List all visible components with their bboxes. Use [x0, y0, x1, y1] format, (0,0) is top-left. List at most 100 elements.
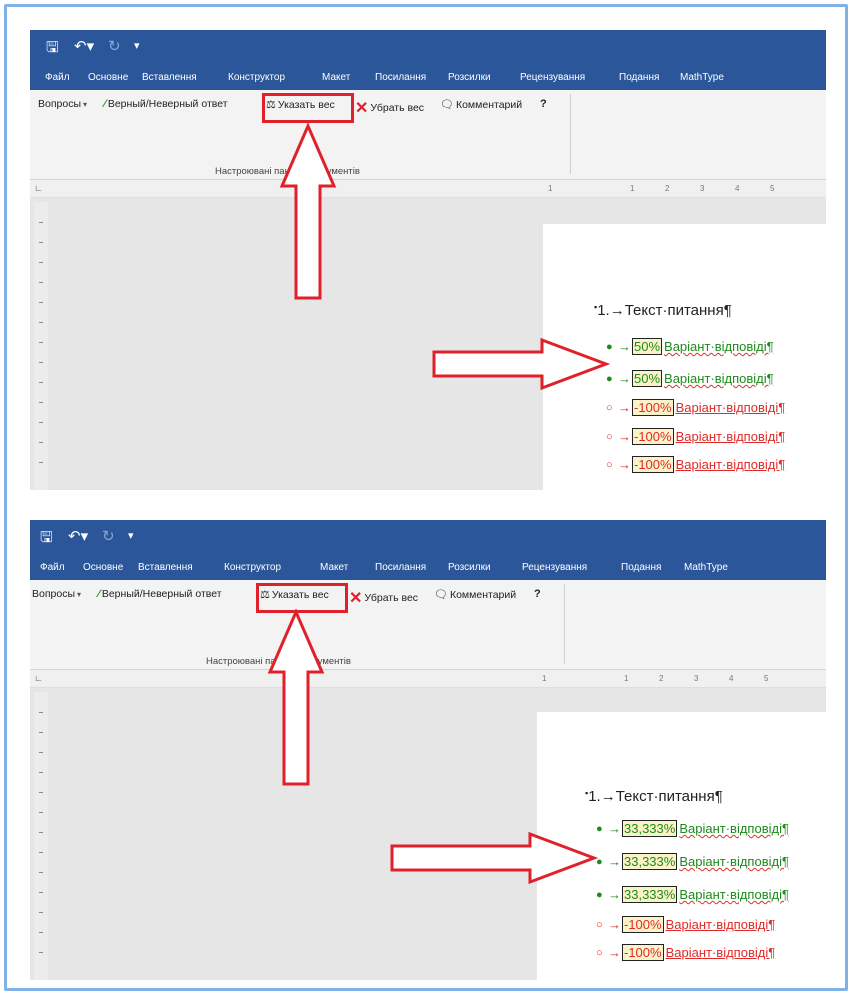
answer-text: Варіант·відповіді¶: [675, 429, 786, 444]
weight-field[interactable]: 33,333%: [622, 853, 678, 870]
hollow-bullet-icon: ○: [606, 458, 613, 471]
ruler-number: 3: [694, 674, 699, 683]
tab-arrow: →: [608, 821, 621, 836]
tab-review[interactable]: Рецензування: [520, 72, 585, 83]
help-button[interactable]: ?: [540, 98, 547, 110]
weight-field[interactable]: 50%: [632, 370, 663, 387]
ribbon-tabs: Файл Основне Вставлення Конструктор Маке…: [30, 64, 826, 90]
weight-field[interactable]: -100%: [632, 456, 674, 473]
comment-button[interactable]: 🗨 Комментарий: [440, 98, 522, 112]
true-false-button[interactable]: ⁄ Верный/Неверный ответ: [98, 588, 222, 600]
red-x-icon: ✕: [355, 100, 369, 117]
speech-bubble-icon: 🗨: [434, 589, 448, 601]
tab-references[interactable]: Посилання: [375, 72, 426, 83]
tab-design[interactable]: Конструктор: [224, 562, 281, 573]
tab-mailings[interactable]: Розсилки: [448, 72, 491, 83]
answer-item[interactable]: ○ → -100% Варіант·відповіді¶: [606, 456, 785, 473]
remove-weight-button[interactable]: ✕ Убрать вес: [355, 98, 424, 118]
group-divider: [564, 584, 565, 664]
tab-arrow: →: [608, 945, 621, 960]
ruler-number: 5: [764, 674, 769, 683]
question-label: 1.→Текст·питання¶: [588, 788, 723, 805]
tab-insert[interactable]: Вставлення: [142, 72, 197, 83]
customize-qa-button[interactable]: ▾: [134, 39, 140, 52]
tab-design[interactable]: Конструктор: [228, 72, 285, 83]
questions-dropdown[interactable]: Вопросы ▾: [38, 98, 87, 110]
tab-arrow: →: [608, 917, 621, 932]
tab-stop-selector[interactable]: ∟: [34, 183, 43, 193]
tab-mailings[interactable]: Розсилки: [448, 562, 491, 573]
answer-item[interactable]: ● → 50% Варіант·відповіді¶: [606, 370, 774, 387]
undo-icon[interactable]: ↶▾: [74, 37, 94, 55]
tab-home[interactable]: Основне: [83, 562, 123, 573]
answer-item[interactable]: ● → 33,333% Варіант·відповіді¶: [596, 853, 789, 870]
ruler-number: 1: [624, 674, 629, 683]
help-icon: ?: [540, 98, 547, 110]
title-bar: 🖫 ↶▾ ↻ ▾: [30, 520, 826, 554]
answer-item[interactable]: ○ → -100% Варіант·відповіді¶: [596, 916, 775, 933]
tab-file[interactable]: Файл: [40, 562, 65, 573]
tab-file[interactable]: Файл: [45, 72, 70, 83]
comment-button[interactable]: 🗨 Комментарий: [434, 588, 516, 602]
answer-item[interactable]: ● → 50% Варіант·відповіді¶: [606, 338, 774, 355]
tab-layout[interactable]: Макет: [322, 72, 350, 83]
remove-weight-label: Убрать вес: [370, 102, 425, 114]
ribbon-toolbar: Вопросы ▾ ⁄ Верный/Неверный ответ ⚖ Указ…: [30, 580, 826, 670]
answer-item[interactable]: ○ → -100% Варіант·відповіді¶: [596, 944, 775, 961]
tab-stop-selector[interactable]: ∟: [34, 673, 43, 683]
tab-layout[interactable]: Макет: [320, 562, 348, 573]
question-text[interactable]: ▪1.→Текст·питання¶: [594, 302, 732, 319]
question-text[interactable]: ▪1.→Текст·питання¶: [585, 788, 723, 805]
answer-text: Варіант·відповіді¶: [679, 821, 789, 836]
answer-item[interactable]: ● → 33,333% Варіант·відповіді¶: [596, 820, 789, 837]
remove-weight-button[interactable]: ✕ Убрать вес: [349, 588, 418, 608]
true-false-button[interactable]: ⁄ Верный/Неверный ответ: [104, 98, 228, 110]
tab-arrow: →: [618, 457, 631, 472]
up-arrow-annotation: [279, 122, 337, 300]
answer-item[interactable]: ○ → -100% Варіант·відповіді¶: [606, 428, 785, 445]
tab-review[interactable]: Рецензування: [522, 562, 587, 573]
save-icon[interactable]: 🖫: [46, 37, 59, 62]
redo-icon[interactable]: ↻: [102, 527, 115, 545]
weight-field[interactable]: -100%: [632, 399, 674, 416]
answer-item[interactable]: ○ → -100% Варіант·відповіді¶: [606, 399, 785, 416]
questions-dropdown[interactable]: Вопросы ▾: [32, 588, 81, 600]
customize-qa-button[interactable]: ▾: [128, 529, 134, 542]
ruler-number: 5: [770, 184, 775, 193]
answer-item[interactable]: ● → 33,333% Варіант·відповіді¶: [596, 886, 789, 903]
tab-arrow: →: [618, 339, 631, 354]
tab-view[interactable]: Подання: [621, 562, 661, 573]
horizontal-ruler: ∟ 1 1 2 3 4 5: [30, 670, 826, 688]
tab-insert[interactable]: Вставлення: [138, 562, 193, 573]
true-false-label: Верный/Неверный ответ: [107, 98, 228, 110]
tab-mathtype[interactable]: MathType: [684, 562, 728, 573]
word-screenshot-2: 🖫 ↶▾ ↻ ▾ Файл Основне Вставлення Констру…: [30, 520, 826, 980]
weight-field[interactable]: 50%: [632, 338, 663, 355]
undo-icon[interactable]: ↶▾: [68, 527, 88, 545]
question-label: 1.→Текст·питання¶: [597, 302, 732, 319]
tab-view[interactable]: Подання: [619, 72, 659, 83]
group-divider: [570, 94, 571, 174]
tab-arrow: →: [618, 429, 631, 444]
redo-icon[interactable]: ↻: [108, 37, 121, 55]
ruler-number: 4: [729, 674, 734, 683]
title-bar: 🖫 ↶▾ ↻ ▾: [30, 30, 826, 64]
weight-field[interactable]: 33,333%: [622, 886, 678, 903]
weight-field[interactable]: 33,333%: [622, 820, 678, 837]
ruler-number: 3: [700, 184, 705, 193]
tab-home[interactable]: Основне: [88, 72, 128, 83]
answer-text: Варіант·відповіді¶: [675, 457, 786, 472]
weight-field[interactable]: -100%: [622, 916, 664, 933]
remove-weight-label: Убрать вес: [364, 592, 419, 604]
answer-text: Варіант·відповіді¶: [664, 371, 774, 386]
weight-field[interactable]: -100%: [632, 428, 674, 445]
vertical-ruler: [34, 692, 48, 980]
save-icon[interactable]: 🖫: [40, 527, 53, 552]
tab-mathtype[interactable]: MathType: [680, 72, 724, 83]
true-false-label: Верный/Неверный ответ: [101, 588, 222, 600]
help-button[interactable]: ?: [534, 588, 541, 600]
weight-field[interactable]: -100%: [622, 944, 664, 961]
help-icon: ?: [534, 588, 541, 600]
ruler-number: 4: [735, 184, 740, 193]
tab-references[interactable]: Посилання: [375, 562, 426, 573]
